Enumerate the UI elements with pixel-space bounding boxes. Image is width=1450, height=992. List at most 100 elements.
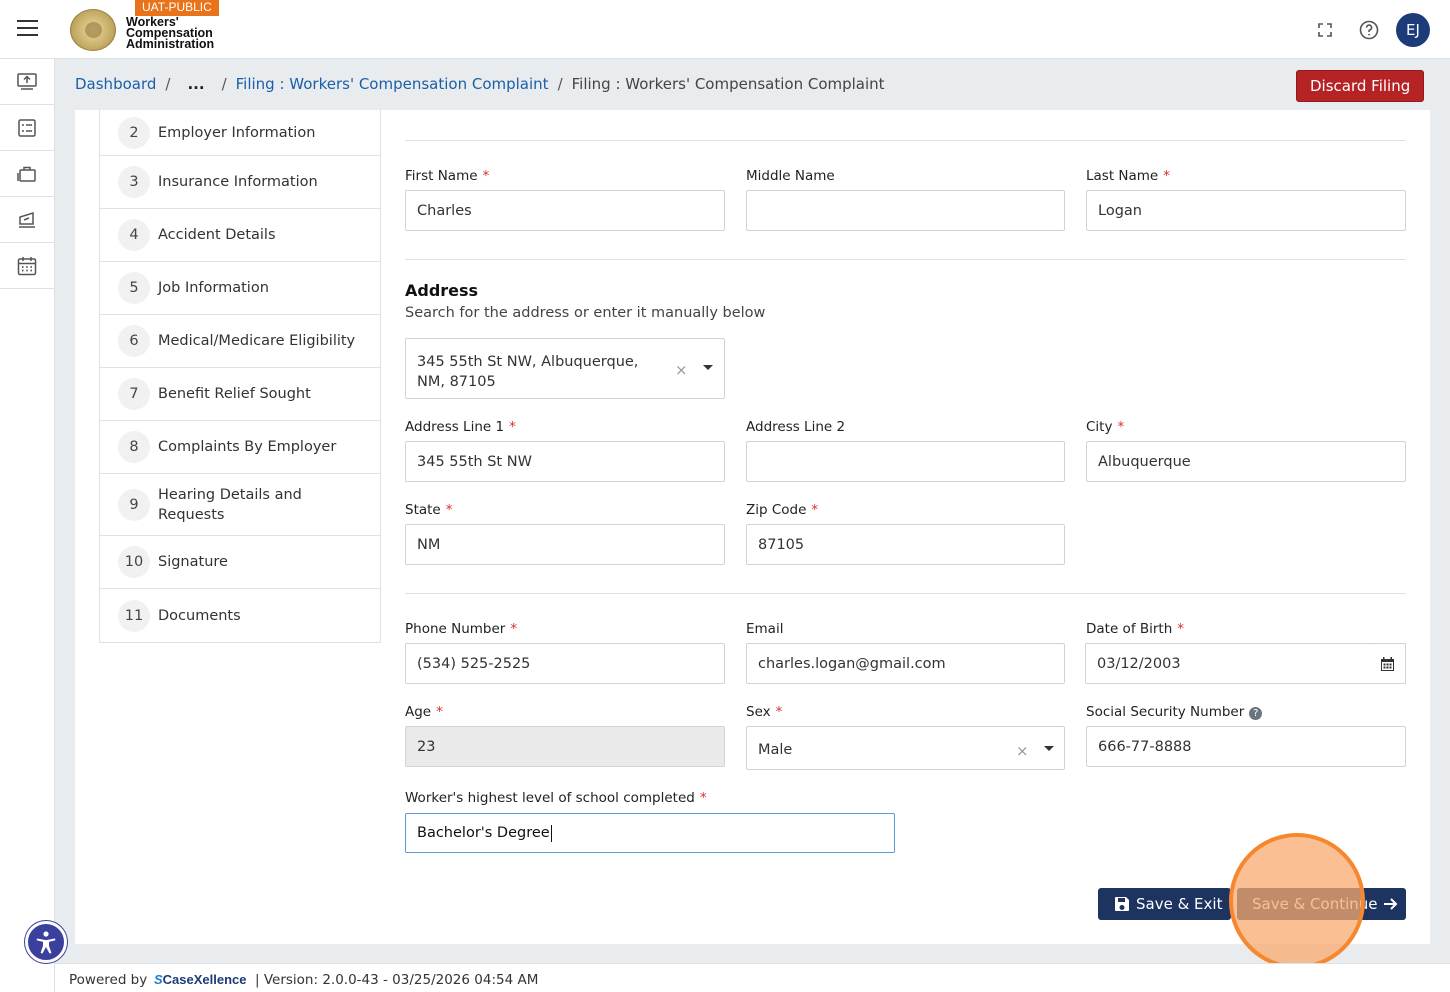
arrow-right-icon (1383, 898, 1397, 910)
agency-name: Workers' Compensation Administration (126, 15, 215, 51)
steps-list: 2 Employer Information 3 Insurance Infor… (99, 110, 381, 643)
address-line1-label: Address Line 1 * (405, 419, 516, 435)
step-job-information[interactable]: 5 Job Information (100, 262, 380, 315)
version-text: | Version: 2.0.0-43 - 03/25/2026 04:54 A… (255, 972, 539, 988)
step-number: 2 (118, 116, 150, 149)
step-label: Benefit Relief Sought (158, 386, 311, 402)
calendar-icon (1381, 656, 1394, 671)
gavel-icon[interactable] (0, 197, 54, 243)
accessibility-icon[interactable] (25, 921, 67, 963)
text-cursor (550, 824, 552, 842)
step-label: Accident Details (158, 227, 276, 243)
fullscreen-icon[interactable] (1311, 16, 1339, 44)
email-input[interactable]: charles.logan@gmail.com (746, 643, 1065, 684)
step-number: 8 (118, 431, 150, 463)
breadcrumb-ellipsis[interactable]: ... (187, 75, 204, 93)
checklist-icon[interactable] (0, 105, 54, 151)
ssn-input[interactable]: 666-77-8888 (1086, 726, 1406, 767)
state-input[interactable]: NM (405, 524, 725, 565)
filing-card: 2 Employer Information 3 Insurance Infor… (75, 110, 1430, 944)
age-label: Age * (405, 704, 443, 720)
save-continue-button[interactable]: Save & Continue (1237, 888, 1406, 920)
breadcrumb-bar: Dashboard /... / Filing : Workers' Compensa… (55, 59, 1450, 110)
step-accident-details[interactable]: 4 Accident Details (100, 209, 380, 262)
step-hearing-details[interactable]: 9 Hearing Details and Requests (100, 474, 380, 536)
middle-name-input[interactable] (746, 190, 1065, 231)
sex-label: Sex * (746, 704, 783, 720)
phone-number-input[interactable]: (534) 525-2525 (405, 643, 725, 684)
clear-sex-icon[interactable]: × (1016, 742, 1029, 760)
step-insurance-information[interactable]: 3 Insurance Information (100, 156, 380, 209)
city-label: City * (1086, 419, 1125, 435)
calendar-icon[interactable] (0, 243, 54, 289)
step-employer-information[interactable]: 2 Employer Information (100, 110, 380, 156)
upload-icon[interactable] (0, 59, 54, 105)
step-label: Hearing Details and Requests (158, 486, 302, 523)
step-label: Job Information (158, 280, 269, 296)
step-label: Signature (158, 554, 228, 570)
step-number: 6 (118, 325, 150, 357)
address-line1-input[interactable]: 345 55th St NW (405, 441, 725, 482)
state-seal-logo (70, 9, 116, 51)
first-name-input[interactable]: Charles (405, 190, 725, 231)
divider (405, 593, 1406, 594)
step-benefit-relief-sought[interactable]: 7 Benefit Relief Sought (100, 368, 380, 421)
info-icon[interactable]: ? (1249, 707, 1263, 720)
divider (405, 259, 1406, 260)
school-level-label: Worker's highest level of school complet… (405, 790, 707, 806)
age-input: 23 (405, 726, 725, 767)
zip-code-label: Zip Code * (746, 502, 819, 518)
step-medical-medicare-eligibility[interactable]: 6 Medical/Medicare Eligibility (100, 315, 380, 368)
breadcrumb-filing-parent[interactable]: Filing : Workers' Compensation Complaint (236, 75, 549, 93)
address-line2-label: Address Line 2 (746, 419, 846, 435)
save-exit-button[interactable]: Save & Exit (1098, 888, 1231, 920)
breadcrumb-dashboard[interactable]: Dashboard (75, 75, 156, 93)
help-icon[interactable] (1355, 16, 1383, 44)
calendar-picker-button[interactable] (1370, 643, 1406, 684)
step-label: Employer Information (158, 124, 316, 141)
divider (405, 140, 1406, 141)
clear-address-icon[interactable]: × (675, 361, 688, 379)
middle-name-label: Middle Name (746, 168, 835, 184)
footer: Powered by SCaseXellence | Version: 2.0.… (55, 963, 1450, 992)
phone-number-label: Phone Number * (405, 621, 518, 637)
step-label: Insurance Information (158, 174, 318, 190)
step-number: 4 (118, 219, 150, 251)
address-section-subtitle: Search for the address or enter it manua… (405, 305, 766, 321)
address-section-title: Address (405, 281, 479, 300)
step-label: Medical/Medicare Eligibility (158, 333, 356, 349)
step-label: Documents (158, 607, 241, 624)
user-avatar[interactable]: EJ (1396, 13, 1430, 47)
step-number: 9 (118, 488, 150, 521)
step-signature[interactable]: 10 Signature (100, 536, 380, 589)
chevron-down-icon[interactable] (703, 365, 713, 370)
breadcrumb-current: Filing : Workers' Compensation Complaint (571, 75, 885, 93)
date-of-birth-input[interactable]: 03/12/2003 (1085, 643, 1371, 684)
school-level-input[interactable]: Bachelor's Degree (405, 813, 895, 853)
casexellence-logo: SCaseXellence (154, 972, 247, 987)
step-number: 10 (118, 546, 150, 578)
breadcrumb: Dashboard /... / Filing : Workers' Compensa… (75, 75, 885, 93)
environment-badge: UAT-PUBLIC (135, 0, 219, 16)
email-label: Email (746, 621, 784, 637)
city-input[interactable]: Albuquerque (1086, 441, 1406, 482)
menu-icon[interactable] (17, 20, 38, 38)
step-complaints-by-employer[interactable]: 8 Complaints By Employer (100, 421, 380, 474)
last-name-input[interactable]: Logan (1086, 190, 1406, 231)
step-documents[interactable]: 11 Documents (100, 589, 380, 642)
first-name-label: First Name * (405, 168, 490, 184)
step-number: 5 (118, 272, 150, 304)
address-line2-input[interactable] (746, 441, 1065, 482)
discard-filing-button[interactable]: Discard Filing (1296, 70, 1425, 102)
last-name-label: Last Name * (1086, 168, 1170, 184)
step-number: 7 (118, 378, 150, 410)
zip-code-input[interactable]: 87105 (746, 524, 1065, 565)
step-number: 3 (118, 166, 150, 198)
briefcase-icon[interactable] (0, 151, 54, 197)
state-label: State * (405, 502, 453, 518)
date-of-birth-label: Date of Birth * (1086, 621, 1185, 637)
step-number: 11 (118, 599, 150, 632)
chevron-down-icon[interactable] (1044, 746, 1054, 751)
save-icon (1115, 897, 1129, 911)
top-bar: UAT-PUBLIC Workers' Compensation Adminis… (0, 0, 1450, 59)
